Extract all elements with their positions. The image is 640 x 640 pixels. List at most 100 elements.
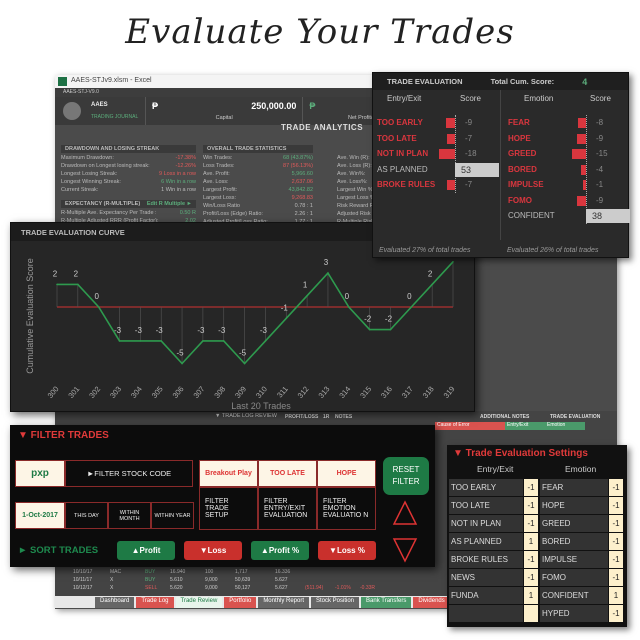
entry-setting-value[interactable]: -1: [524, 569, 538, 586]
kpi-card: ₱ 250,000.00 Capital: [145, 97, 302, 125]
x-tick-label: 313: [317, 385, 332, 400]
entry-setting-value[interactable]: 1: [524, 587, 538, 604]
sort-button[interactable]: ▲Profit: [117, 541, 175, 560]
sheet-tab[interactable]: Monthly Report: [258, 597, 309, 608]
emotion-setting-value[interactable]: 1: [609, 587, 623, 604]
currency-symbol: ₱: [152, 101, 159, 111]
stat-label: Largest Win %:: [337, 187, 375, 193]
data-point: [202, 340, 204, 342]
entry-setting-label: AS PLANNED: [449, 533, 523, 550]
data-point: [452, 261, 454, 263]
reset-filter-button[interactable]: RESET FILTER: [383, 457, 429, 495]
evaluation-label: AS PLANNED: [377, 164, 428, 174]
edit-r-multiple-link[interactable]: Edit R Multiple ►: [147, 201, 192, 207]
stat-value: -17.38%: [175, 155, 197, 161]
sheet-tab[interactable]: Bank Transfers: [361, 597, 412, 608]
sheet-tab[interactable]: Stock Position: [311, 597, 360, 608]
log-header: ▼ TRADE LOG REVIEW: [215, 413, 277, 419]
entry-setting-value[interactable]: -1: [524, 515, 538, 532]
stat-value: -12.26%: [175, 163, 197, 169]
data-label: -1: [281, 303, 289, 312]
entry-setting-value[interactable]: [524, 605, 538, 622]
x-tick-label: 307: [191, 385, 206, 400]
x-axis-label: Last 20 Trades: [231, 401, 291, 411]
score-value: -7: [465, 133, 473, 143]
stat-value: 0.78 : 1: [294, 203, 313, 209]
emotion-column: Emotion Score FEAR -8 HOPE -9 GREED -15 BORED -4 I…: [502, 90, 630, 240]
emotion-footer: Evaluated 26% of total trades: [507, 247, 599, 254]
scroll-down-icon[interactable]: [392, 537, 418, 563]
date-range-option[interactable]: THIS DAY: [65, 502, 108, 529]
emotion-setting-value[interactable]: -1: [609, 497, 623, 514]
emotion-setting-value[interactable]: -1: [609, 569, 623, 586]
date-input[interactable]: 1-Oct-2017: [15, 502, 65, 529]
sheet-tab[interactable]: Dividends: [413, 597, 450, 608]
trade-setup-select[interactable]: Breakout Play: [199, 460, 258, 487]
data-label: -2: [364, 315, 372, 324]
x-tick-label: 316: [379, 385, 394, 400]
stat-label: Longest Losing Streak:: [61, 171, 118, 177]
evaluation-label: NOT IN PLAN: [377, 149, 429, 158]
data-point: [160, 340, 163, 342]
date-range-option[interactable]: WITHIN MONTH: [108, 502, 151, 529]
x-tick-label: 315: [358, 385, 373, 400]
emotion-select[interactable]: HOPE: [317, 460, 376, 487]
stat-label: Current Streak:: [61, 187, 99, 193]
entry-exit-select[interactable]: TOO LATE: [258, 460, 317, 487]
emotion-setting-label: CONFIDENT: [540, 587, 608, 604]
sheet-tab[interactable]: Portfolio: [224, 597, 257, 608]
sort-button[interactable]: ▲Profit %: [251, 541, 309, 560]
emotion-setting-value[interactable]: -1: [609, 515, 623, 532]
column-filter-dropdown[interactable]: Entry/Exit: [505, 422, 545, 430]
sheet-tab[interactable]: Dashboard: [95, 597, 135, 608]
emotion-setting-value[interactable]: -1: [609, 533, 623, 550]
excel-icon: [58, 77, 67, 86]
evaluation-label: BROKE RULES: [377, 180, 436, 189]
emotion-setting-value[interactable]: -1: [609, 605, 623, 622]
scroll-up-icon[interactable]: [392, 500, 418, 526]
stock-code-input[interactable]: pxp: [15, 460, 65, 487]
date-range-option[interactable]: WITHIN YEAR: [151, 502, 194, 529]
entry-setting-value[interactable]: -1: [524, 497, 538, 514]
entry-setting-label: FUNDA: [449, 587, 523, 604]
stat-row: Largest Profit: 43,842.82: [203, 187, 313, 195]
emotion-setting-value[interactable]: -1: [609, 479, 623, 496]
stat-row: Ave. Profit: 5,966.60: [203, 171, 313, 179]
data-label: 2: [428, 269, 433, 278]
entry-setting-label: TOO LATE: [449, 497, 523, 514]
stat-row: R-Multiple Ave. Expectancy Per Trade : 0.…: [61, 210, 196, 218]
entry-setting-label: [449, 605, 523, 622]
score-value: 53: [455, 162, 499, 177]
stat-label: Largest Loss:: [203, 195, 237, 201]
data-label: -3: [114, 326, 122, 335]
sort-button[interactable]: ▼Loss: [184, 541, 242, 560]
sheet-tab[interactable]: Trade Log: [136, 597, 174, 608]
kpi-label: Capital: [215, 115, 233, 121]
data-label: -2: [385, 315, 393, 324]
stat-row: Maximum Drawdown: -17.38%: [61, 155, 196, 163]
filter-stock-code-button[interactable]: ►FILTER STOCK CODE: [65, 460, 193, 487]
stat-label: Largest Loss %:: [337, 195, 377, 201]
emotion-setting-label: GREED: [540, 515, 608, 532]
emotion-setting-value[interactable]: -1: [609, 551, 623, 568]
entry-setting-value[interactable]: 1: [524, 533, 538, 550]
filter-trade-setup-button[interactable]: FILTER TRADE SETUP: [199, 487, 258, 530]
score-bar: [577, 118, 586, 128]
log-cell: 9,000: [205, 585, 218, 591]
data-point: [285, 317, 288, 320]
log-column-header: 1R: [323, 414, 330, 420]
sort-button[interactable]: ▼Loss %: [318, 541, 376, 560]
score-bar: [447, 180, 455, 190]
filter-emotion-button[interactable]: FILTER EMOTION EVALUATIO N: [317, 487, 376, 530]
filter-entry-exit-button[interactable]: FILTER ENTRY/EXIT EVALUATION: [258, 487, 317, 530]
score-bar: [447, 133, 455, 144]
entry-setting-value[interactable]: -1: [524, 479, 538, 496]
emotion-header: Emotion: [565, 464, 597, 474]
sheet-tab[interactable]: Trade Review: [175, 597, 223, 608]
score-value: -4: [596, 164, 604, 174]
data-point: [139, 340, 142, 342]
column-filter-dropdown[interactable]: Emotion: [545, 422, 585, 430]
stat-row: Drawdown on Longest losing streak: -12.26…: [61, 163, 196, 171]
entry-setting-label: NEWS: [449, 569, 523, 586]
entry-setting-value[interactable]: -1: [524, 551, 538, 568]
